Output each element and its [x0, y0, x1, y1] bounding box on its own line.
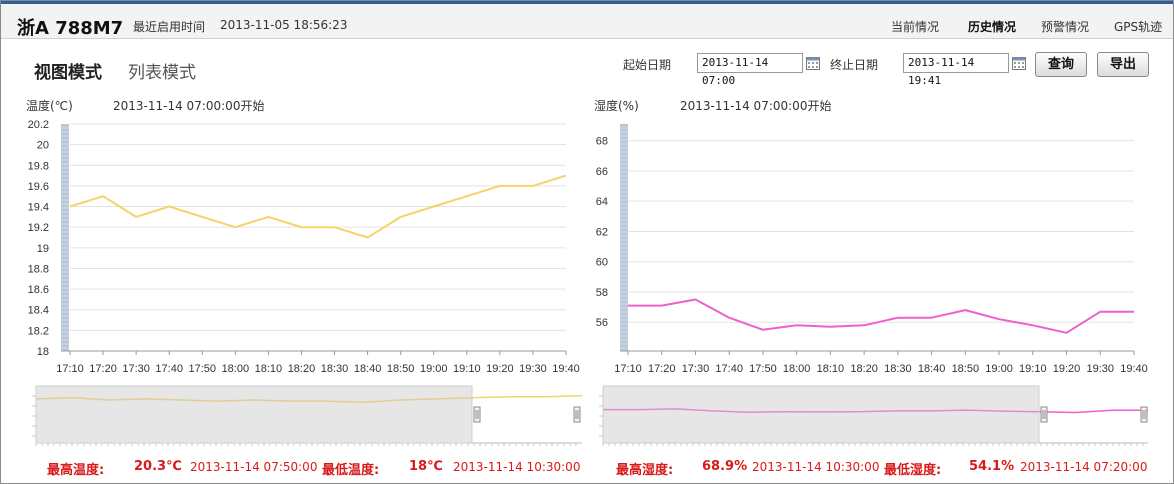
- humid-min-label: 最低湿度:: [884, 463, 942, 478]
- x-tick-label: 19:00: [985, 363, 1013, 375]
- y-tick-label: 64: [596, 196, 608, 208]
- x-tick-label: 17:20: [648, 363, 676, 375]
- x-tick-label: 18:50: [952, 363, 980, 375]
- x-tick-label: 18:00: [783, 363, 811, 375]
- x-tick-label: 17:40: [715, 363, 743, 375]
- humid-max-value: 68.9%: [702, 459, 748, 474]
- humid-max-label: 最高湿度:: [616, 463, 674, 478]
- x-tick-label: 18:30: [884, 363, 912, 375]
- humid-max-time: 2013-11-14 10:30:00: [752, 460, 880, 474]
- navigator-mask: [602, 385, 1040, 444]
- humid-min-value: 54.1%: [969, 459, 1015, 474]
- y-axis-bar: [620, 124, 628, 351]
- y-tick-label: 62: [596, 226, 608, 238]
- x-tick-label: 18:20: [850, 363, 878, 375]
- y-tick-label: 66: [596, 166, 608, 178]
- x-tick-label: 19:20: [1053, 363, 1081, 375]
- x-tick-label: 18:40: [918, 363, 946, 375]
- humid-min-time: 2013-11-14 07:20:00: [1020, 460, 1148, 474]
- x-tick-label: 17:30: [682, 363, 710, 375]
- temp-min-time: 2013-11-14 10:30:00: [453, 460, 581, 474]
- x-tick-label: 19:30: [1087, 363, 1115, 375]
- navigator-handle[interactable]: [1040, 406, 1048, 423]
- x-tick-label: 18:10: [817, 363, 845, 375]
- y-tick-label: 58: [596, 287, 608, 299]
- x-tick-label: 17:50: [749, 363, 777, 375]
- temp-min-value: 18℃: [409, 459, 443, 474]
- y-tick-label: 60: [596, 257, 608, 269]
- x-tick-label: 19:10: [1019, 363, 1047, 375]
- y-tick-label: 68: [596, 136, 608, 148]
- humidity-chart: 68 66 64 62 60 58 56 17:10 17:20 17:30 17:40 17:50 1…: [596, 124, 1148, 446]
- x-tick-label: 17:10: [614, 363, 642, 375]
- temp-min-label: 最低温度:: [322, 463, 380, 478]
- y-tick-label: 56: [596, 317, 608, 329]
- navigator-handle[interactable]: [1140, 406, 1148, 423]
- series-line: [628, 298, 1134, 334]
- temp-max-label: 最高温度:: [47, 463, 105, 478]
- temp-max-value: 20.3℃: [134, 459, 182, 474]
- temp-max-time: 2013-11-14 07:50:00: [190, 460, 318, 474]
- x-tick-label: 19:40: [1120, 363, 1148, 375]
